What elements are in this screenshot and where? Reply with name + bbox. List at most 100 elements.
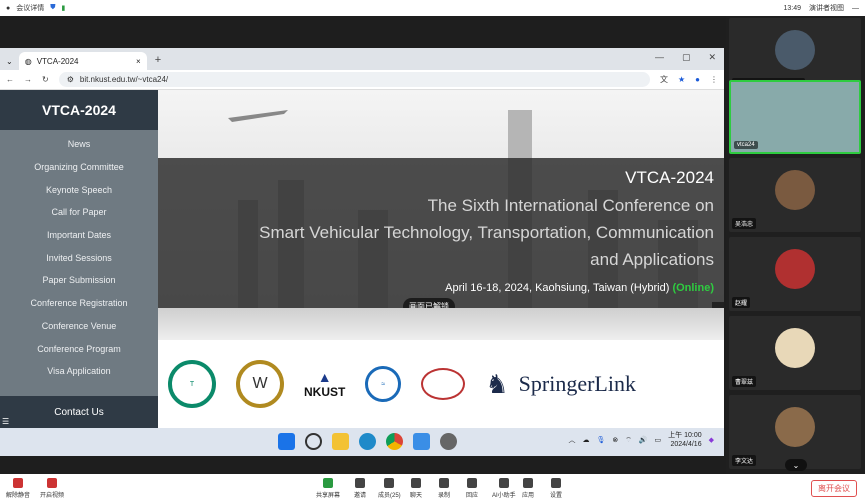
nav-item[interactable]: Visa Application — [0, 360, 158, 383]
participant-tile[interactable]: 吴浩忠 — [729, 158, 861, 232]
nav-item[interactable]: Conference Venue — [0, 315, 158, 338]
wifi-icon[interactable]: ⌔ — [625, 436, 632, 445]
site-info-icon[interactable]: ⚙ — [67, 75, 74, 84]
nav-item[interactable]: Important Dates — [0, 224, 158, 247]
toolbar-button[interactable]: 回应 — [466, 478, 478, 499]
toolbar-icon — [47, 478, 57, 488]
hero-bottom — [158, 308, 724, 340]
close-icon[interactable]: × — [136, 57, 141, 66]
url-field[interactable]: ⚙ bit.nkust.edu.tw/~vtca24/ — [58, 72, 650, 87]
avatar — [775, 407, 815, 447]
toolbar-button[interactable]: 设置 — [550, 478, 562, 499]
volume-icon[interactable]: 🔊 — [639, 436, 648, 444]
taskbar-date: 2024/4/16 — [670, 441, 702, 448]
minimize-icon[interactable]: — — [852, 5, 859, 12]
springer-logo[interactable]: ♞ SpringerLink — [485, 369, 636, 400]
window-close-icon[interactable]: ✕ — [708, 52, 716, 63]
translate-icon[interactable]: 文 — [660, 74, 668, 85]
hero-banner: VTCA-2024 The Sixth International Confer… — [158, 90, 724, 308]
participant-tile[interactable]: vtca24 — [729, 80, 861, 154]
settings-icon[interactable] — [440, 433, 457, 450]
mic-icon[interactable]: 🎙 — [596, 436, 605, 444]
bookmark-star-icon[interactable]: ★ — [678, 75, 685, 84]
contact-link[interactable]: Contact Us — [0, 396, 158, 428]
toolbar-button[interactable]: 应用 — [522, 478, 534, 499]
toolbar-label: 回应 — [466, 493, 479, 499]
participant-tile[interactable]: 赵耀 — [729, 237, 861, 311]
taskbar-clock[interactable]: 上午 10:00 2024/4/16 — [668, 431, 701, 449]
profile-icon[interactable]: ● — [695, 75, 700, 84]
site-nav: News Organizing Committee Keynote Speech Ca… — [0, 130, 158, 383]
nav-item[interactable]: Keynote Speech — [0, 178, 158, 201]
toolbar-icon — [384, 478, 395, 488]
nav-item[interactable]: Organizing Committee — [0, 156, 158, 179]
toolbar-label: 邀请 — [354, 493, 367, 499]
sponsor-logos: T W ▲ NKUST ≈ ♞ SpringerLink — [158, 340, 724, 428]
toolbar-icon — [323, 478, 333, 488]
taskbar-apps — [278, 433, 457, 450]
chevron-down-icon[interactable]: ⌄ — [6, 57, 13, 66]
chrome-icon[interactable] — [386, 433, 403, 450]
wave-logo[interactable]: ≈ — [365, 366, 402, 402]
browser-tab[interactable]: ◍ VTCA-2024 × — [18, 52, 147, 70]
nav-item[interactable]: Paper Submission — [0, 269, 158, 292]
toolbar-label: 录制 — [438, 493, 451, 499]
toolbar-button[interactable]: 共享屏幕 — [316, 478, 340, 499]
cloud-icon[interactable]: ☁ — [582, 436, 589, 444]
window-maximize-icon[interactable]: ▢ — [682, 52, 691, 63]
nav-item[interactable]: Conference Registration — [0, 292, 158, 315]
view-toggle[interactable]: 演讲者视图 — [809, 3, 844, 13]
toolbar-button[interactable]: AI小助手 — [492, 478, 516, 499]
toolbar-icon — [439, 478, 449, 488]
app-name[interactable]: 会议详情 — [16, 3, 44, 13]
chevron-up-icon[interactable]: ︿ — [568, 435, 575, 445]
scroll-down-icon[interactable]: ⌄ — [785, 459, 807, 471]
menu-icon[interactable]: ⋮ — [710, 75, 718, 84]
participant-tile[interactable]: 李文达 — [729, 395, 861, 469]
copilot-icon[interactable]: ◆ — [709, 436, 714, 444]
toolbar-label: 应用 — [522, 493, 535, 499]
toolbar-button[interactable]: 开启视频 — [40, 478, 64, 499]
list-icon[interactable]: ☰ — [2, 417, 9, 426]
nkust-logo[interactable]: ▲ NKUST — [304, 369, 345, 399]
reload-icon[interactable]: ↻ — [42, 75, 49, 84]
toolbar-button[interactable]: 邀请 — [354, 478, 366, 499]
url-text: bit.nkust.edu.tw/~vtca24/ — [79, 75, 169, 84]
photos-icon[interactable] — [413, 433, 430, 450]
toolbar-icon — [13, 478, 23, 488]
window-minimize-icon[interactable]: — — [655, 52, 664, 63]
start-icon[interactable] — [278, 433, 295, 450]
avatar — [775, 170, 815, 210]
search-icon[interactable] — [305, 433, 322, 450]
nav-item[interactable]: Invited Sessions — [0, 246, 158, 269]
university-logo[interactable]: T — [168, 360, 216, 408]
app-icon: ● — [6, 4, 11, 12]
hero-overlay: VTCA-2024 The Sixth International Confer… — [158, 158, 724, 308]
toolbar-button[interactable]: 聊天 — [410, 478, 422, 499]
edge-icon[interactable] — [359, 433, 376, 450]
toolbar-button[interactable]: 录制 — [438, 478, 450, 499]
close-circle-icon[interactable]: ⊗ — [612, 436, 618, 444]
knight-icon: ♞ — [485, 368, 509, 399]
toolbar-label: AI小助手 — [492, 493, 516, 499]
w-logo[interactable]: W — [236, 360, 284, 408]
ubi-logo[interactable] — [421, 368, 466, 400]
new-tab-icon[interactable]: + — [155, 54, 161, 66]
toolbar-icon — [411, 478, 421, 488]
forward-icon[interactable]: → — [24, 75, 32, 84]
toolbar-label: 设置 — [550, 493, 563, 499]
avatar — [775, 328, 815, 368]
nav-item[interactable]: Conference Program — [0, 337, 158, 360]
participant-tile[interactable]: 曹翠兹 — [729, 316, 861, 390]
nav-item[interactable]: News — [0, 133, 158, 156]
battery-icon[interactable]: ▭ — [655, 436, 662, 444]
leave-meeting-button[interactable]: 离开会议 — [811, 480, 857, 497]
nav-item[interactable]: Call for Paper — [0, 201, 158, 224]
folder-icon[interactable] — [332, 433, 349, 450]
globe-icon: ◍ — [24, 56, 32, 66]
back-icon[interactable]: ← — [6, 75, 14, 84]
toolbar-button[interactable]: 成员(25) — [378, 478, 401, 499]
toolbar-label: 共享屏幕 — [316, 493, 341, 499]
toolbar-label: 聊天 — [410, 493, 423, 499]
toolbar-button[interactable]: 解除静音 — [6, 478, 30, 499]
